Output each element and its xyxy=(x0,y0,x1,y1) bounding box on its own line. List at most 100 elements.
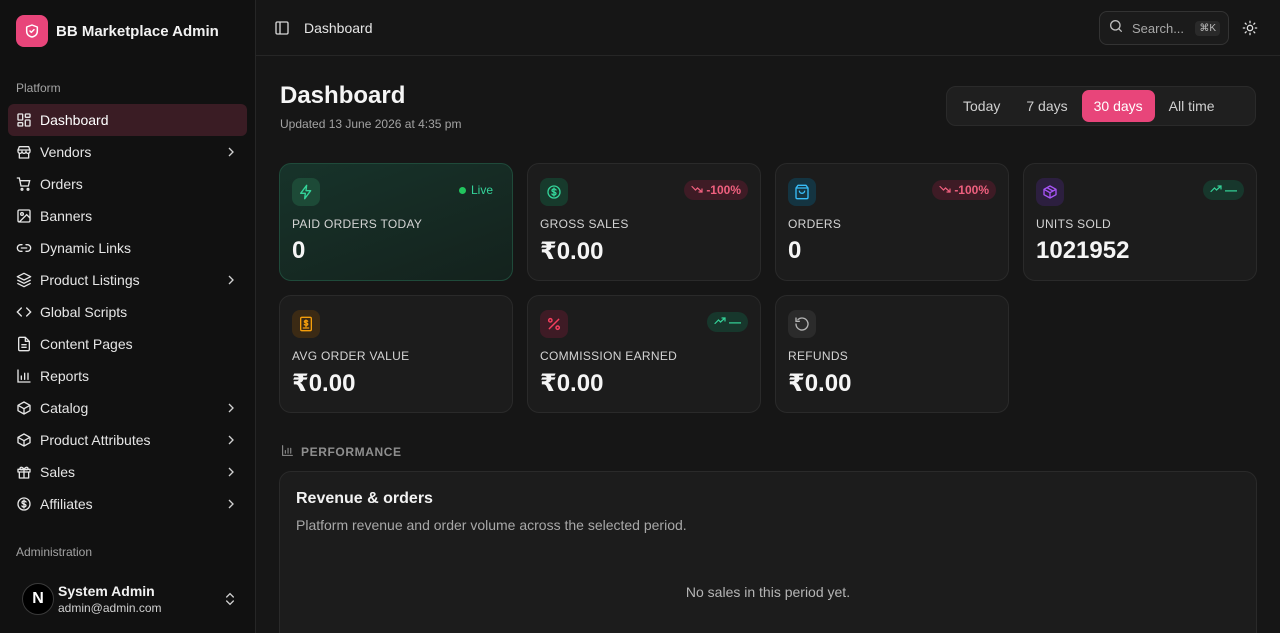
stat-value: 0 xyxy=(788,237,802,264)
avatar: N xyxy=(22,583,54,615)
trending-down-icon xyxy=(691,183,703,198)
sidebar-item-product-attributes[interactable]: Product Attributes xyxy=(8,424,247,456)
panel-subtitle: Platform revenue and order volume across… xyxy=(296,517,687,533)
badge-text: — xyxy=(1225,183,1237,197)
file-icon xyxy=(16,336,32,352)
sun-icon[interactable] xyxy=(1242,20,1258,36)
stat-value: ₹0.00 xyxy=(540,238,604,265)
empty-state: No sales in this period yet. xyxy=(685,584,851,600)
sidebar-item-label: Reports xyxy=(40,368,90,384)
percent-icon xyxy=(540,310,568,338)
gift-icon xyxy=(16,464,32,480)
sidebar-item-affiliates[interactable]: Affiliates xyxy=(8,488,247,520)
trending-up-icon xyxy=(714,315,726,330)
bolt-icon xyxy=(292,178,320,206)
dollar-circle-icon xyxy=(540,178,568,206)
sidebar-item-label: Catalog xyxy=(40,400,89,416)
sidebar-item-vendors[interactable]: Vendors xyxy=(8,136,247,168)
bar-chart-icon xyxy=(16,368,32,384)
chevron-right-icon xyxy=(223,464,239,480)
section-label-performance: PERFORMANCE xyxy=(281,444,402,460)
live-badge: Live xyxy=(452,180,500,200)
stat-card-units-sold: — UNITS SOLD 1021952 xyxy=(1023,163,1257,281)
sidebar-item-label: Affiliates xyxy=(40,496,93,512)
badge-text: Live xyxy=(470,183,493,197)
user-info: System Admin admin@admin.com xyxy=(56,583,222,615)
sidebar-item-orders[interactable]: Orders xyxy=(8,168,247,200)
panel-title: Revenue & orders xyxy=(296,490,433,507)
stat-label: AVG ORDER VALUE xyxy=(292,349,410,363)
sidebar-item-reports[interactable]: Reports xyxy=(8,360,247,392)
chevron-right-icon xyxy=(223,144,239,160)
chevron-right-icon xyxy=(223,432,239,448)
search-button[interactable]: Search... ⌘K xyxy=(1099,11,1229,45)
sidebar-item-label: Sales xyxy=(40,464,76,480)
range-today[interactable]: Today xyxy=(951,90,1012,122)
badge-text: -100% xyxy=(706,183,741,197)
updated-timestamp: Updated 13 June 2026 at 4:35 pm xyxy=(280,117,462,131)
box-icon xyxy=(16,432,32,448)
stat-label: ORDERS xyxy=(788,217,842,231)
layers-icon xyxy=(16,272,32,288)
sidebar-item-label: Global Scripts xyxy=(40,304,128,320)
stat-card-commission-earned: — COMMISSION EARNED ₹0.00 xyxy=(527,295,761,413)
sidebar-item-global-scripts[interactable]: Global Scripts xyxy=(8,296,247,328)
sidebar-toggle-icon[interactable] xyxy=(274,20,290,36)
stat-label: GROSS SALES xyxy=(540,217,629,231)
code-icon xyxy=(16,304,32,320)
sidebar-item-product-listings[interactable]: Product Listings xyxy=(8,264,247,296)
chevrons-up-down-icon xyxy=(222,591,238,607)
stat-value: 0 xyxy=(292,237,306,264)
receipt-icon xyxy=(292,310,320,338)
stat-card-avg-order-value: AVG ORDER VALUE ₹0.00 xyxy=(279,295,513,413)
trending-down-icon xyxy=(939,183,951,198)
sidebar-item-label: Product Listings xyxy=(40,272,140,288)
sidebar-item-banners[interactable]: Banners xyxy=(8,200,247,232)
brand[interactable]: BB Marketplace Admin xyxy=(16,15,219,47)
trending-up-icon xyxy=(1210,183,1222,198)
stat-value: ₹0.00 xyxy=(788,370,852,397)
sidebar-item-label: Dashboard xyxy=(40,112,109,128)
package-icon xyxy=(1036,178,1064,206)
sidebar-item-dynamic-links[interactable]: Dynamic Links xyxy=(8,232,247,264)
badge-text: — xyxy=(729,315,741,329)
range-30-days[interactable]: 30 days xyxy=(1081,90,1155,122)
trend-down-badge: -100% xyxy=(932,180,996,200)
link-icon xyxy=(16,240,32,256)
refresh-icon xyxy=(788,310,816,338)
user-name: System Admin xyxy=(58,583,155,599)
sidebar-item-catalog[interactable]: Catalog xyxy=(8,392,247,424)
date-range-selector: Today 7 days 30 days All time xyxy=(946,86,1256,126)
trend-up-badge: — xyxy=(1203,180,1244,200)
live-dot xyxy=(458,186,466,194)
section-label-administration: Administration xyxy=(16,545,93,559)
dollar-icon xyxy=(16,496,32,512)
range-all-time[interactable]: All time xyxy=(1157,90,1227,122)
sidebar-item-label: Dynamic Links xyxy=(40,240,132,256)
chevron-right-icon xyxy=(223,400,239,416)
search-icon xyxy=(1108,18,1124,39)
sidebar-item-sales[interactable]: Sales xyxy=(8,456,247,488)
page-title: Dashboard xyxy=(280,82,406,109)
stat-card-gross-sales: -100% GROSS SALES ₹0.00 xyxy=(527,163,761,281)
store-icon xyxy=(16,144,32,160)
user-menu[interactable]: N System Admin admin@admin.com xyxy=(16,576,246,622)
search-shortcut: ⌘K xyxy=(1195,20,1220,36)
search-placeholder: Search... xyxy=(1132,20,1185,36)
sidebar-item-label: Banners xyxy=(40,208,93,224)
stat-value: ₹0.00 xyxy=(292,370,356,397)
sidebar-item-label: Product Attributes xyxy=(40,432,151,448)
cart-icon xyxy=(16,176,32,192)
range-7-days[interactable]: 7 days xyxy=(1014,90,1079,122)
bar-chart-icon xyxy=(281,444,294,460)
chevron-right-icon xyxy=(223,272,239,288)
sidebar-item-dashboard[interactable]: Dashboard xyxy=(8,104,247,136)
shield-logo-icon xyxy=(16,15,48,47)
stat-value: 1021952 xyxy=(1036,237,1130,264)
sidebar-item-content-pages[interactable]: Content Pages xyxy=(8,328,247,360)
shopping-bag-icon xyxy=(788,178,816,206)
user-email: admin@admin.com xyxy=(58,601,162,615)
app-name: BB Marketplace Admin xyxy=(56,22,219,40)
sidebar-nav: Dashboard Vendors Orders Banners Dynamic… xyxy=(8,104,247,520)
image-icon xyxy=(16,208,32,224)
